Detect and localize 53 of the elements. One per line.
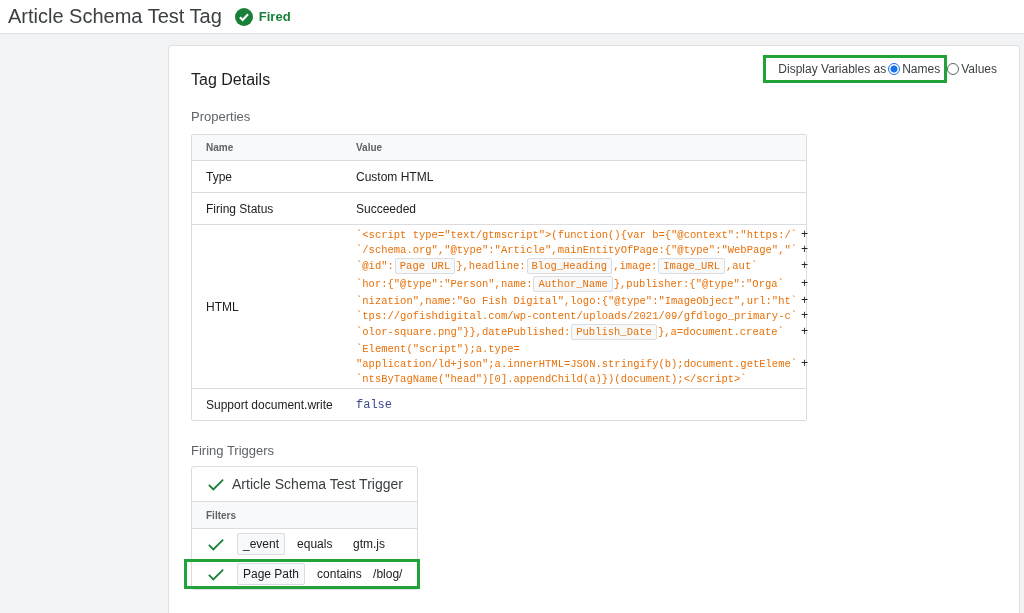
variable-chip: Blog_Heading [526,258,613,274]
table-cell-text: Support document.write [205,397,334,412]
plus-sign: + [801,293,809,308]
section-label: Properties [191,109,252,124]
section-title: Tag Details [191,71,271,89]
code-text: `/schema.org","@type":"Article",mainEntityOfPage:{"@type":"WebPage","` [356,243,798,256]
operator-text: equals [297,537,334,551]
radio-option[interactable]: Names [888,62,941,76]
variable-chip: Page Path [237,563,306,585]
code-text: `@id": [356,260,394,272]
section-label: Firing Triggers [191,443,276,458]
code-text: `<script type="text/gtmscript">(function(){var b={"@context":"https:/` [356,228,798,241]
plus-sign: + [801,325,809,339]
value-text: /blog/ [373,567,403,581]
table-cell-text: Custom HTML [356,169,435,184]
column-header: Name [205,142,235,153]
variable-chip: Author_Name [533,276,613,292]
variable-chip: Image_URL [658,258,725,274]
code-text: `nization",name:"Go Fish Digital",logo:{"@type":"ImageObject",url:"ht` [356,294,798,307]
table-cell-text: Type [205,169,233,184]
code-text: },headline: [456,260,526,272]
code-text: ,aut` [726,260,758,272]
variable-chip: _event [237,533,286,555]
code-text: },publisher:{"@type":"Orga` [613,278,784,290]
trigger-name: Article Schema Test Trigger [232,476,403,492]
status-label: Fired [258,9,291,24]
value-text: gtm.js [353,537,386,551]
plus-sign: + [801,277,809,291]
column-header: Value [356,142,384,153]
operator-text: contains [317,567,363,581]
code-text: ,image: [613,260,658,272]
table-cell-text: Firing Status [205,201,275,216]
code-text: },a=document.create` [657,326,784,338]
variable-chip: Publish_Date [571,324,657,340]
filters-label: Filters [206,509,236,521]
plus-sign: + [801,227,809,242]
tag-title: Article Schema Test Tag [8,5,222,28]
plus-sign: + [801,356,809,371]
table-cell-text: false [356,397,393,412]
plus-sign: + [801,259,809,273]
code-text: "application/ld+json";a.innerHTML=JSON.stringify(b);document.getEleme` [356,357,798,370]
toggle-label: Display Variables as [778,62,887,76]
plus-sign: + [801,242,809,257]
table-cell-text: Succeeded [356,201,418,216]
plus-sign: + [801,308,809,323]
variable-chip: Page URL [394,258,456,274]
code-text: `olor-square.png"}},datePublished: [356,326,571,338]
radio-option[interactable]: Values [947,62,997,76]
code-text: `ntsByTagName("head")[0].appendChild(a)})(document);</script>` [356,372,747,385]
code-text: `tps://gofishdigital.com/wp-content/uploads/2021/09/gfdlogo_primary-c` [356,309,798,322]
code-text: `Element("script");a.type= [356,342,520,355]
code-text: `hor:{"@type":"Person",name: [356,278,533,290]
table-cell-text: HTML [205,299,240,314]
